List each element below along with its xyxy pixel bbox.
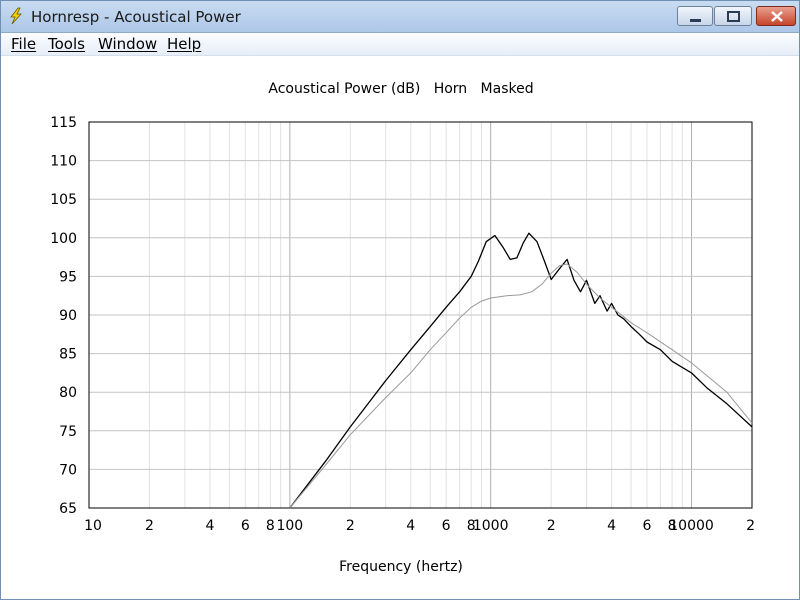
y-tick-label: 115 — [50, 115, 77, 131]
y-tick-label: 80 — [59, 385, 77, 401]
x-tick-label: 2 — [346, 518, 355, 534]
y-tick-label: 105 — [50, 192, 77, 208]
window-title: Hornresp - Acoustical Power — [31, 8, 241, 26]
lightning-bolt-icon — [10, 7, 22, 25]
title-bar[interactable]: Hornresp - Acoustical Power — [1, 1, 799, 33]
close-icon — [771, 11, 783, 22]
menu-item-window[interactable]: Window — [98, 35, 157, 53]
x-tick-label: 8 — [266, 518, 275, 534]
maximize-icon — [727, 11, 740, 22]
menu-bar: File Tools Window Help — [1, 33, 799, 56]
y-axis-ticks: 65 70 75 80 85 90 95 100 105 110 115 — [50, 115, 77, 517]
x-tick-label: 2 — [547, 518, 556, 534]
x-tick-label: 10 — [84, 518, 102, 534]
y-tick-label: 110 — [50, 154, 77, 170]
x-tick-label: 4 — [406, 518, 415, 534]
y-tick-label: 75 — [59, 424, 77, 440]
chart-area: Acoustical Power (dB) Horn Masked 65 70 75… — [1, 56, 799, 599]
chart-title: Acoustical Power (dB) Horn Masked — [268, 81, 533, 97]
x-axis-label: Frequency (hertz) — [339, 559, 463, 575]
x-tick-label: 2 — [746, 518, 755, 534]
x-tick-label: 6 — [442, 518, 451, 534]
chart-grid — [88, 121, 753, 509]
y-tick-label: 85 — [59, 347, 77, 363]
menu-item-file[interactable]: File — [11, 35, 36, 53]
y-tick-label: 70 — [59, 462, 77, 478]
menu-item-help[interactable]: Help — [167, 35, 201, 53]
minimize-icon — [690, 19, 701, 22]
x-tick-label: 10000 — [669, 518, 714, 534]
y-tick-label: 95 — [59, 269, 77, 285]
x-tick-label: 2 — [145, 518, 154, 534]
x-tick-label: 1000 — [473, 518, 509, 534]
x-tick-label: 4 — [607, 518, 616, 534]
acoustical-power-chart: Acoustical Power (dB) Horn Masked 65 70 75… — [50, 81, 755, 575]
maximize-button[interactable] — [714, 6, 752, 26]
y-tick-label: 100 — [50, 231, 77, 247]
close-button[interactable] — [756, 6, 796, 26]
y-tick-label: 65 — [59, 501, 77, 517]
x-axis-ticks: 10 2 4 6 8 100 2 4 6 81000 2 4 6 810000 2 — [84, 518, 755, 534]
y-tick-label: 90 — [59, 308, 77, 324]
x-tick-label: 6 — [643, 518, 652, 534]
menu-item-tools[interactable]: Tools — [48, 35, 85, 53]
x-tick-label: 6 — [241, 518, 250, 534]
x-tick-label: 4 — [205, 518, 214, 534]
app-window: Hornresp - Acoustical Power File Tools W… — [0, 0, 800, 600]
minimize-button[interactable] — [677, 6, 713, 26]
x-tick-label: 100 — [276, 518, 303, 534]
